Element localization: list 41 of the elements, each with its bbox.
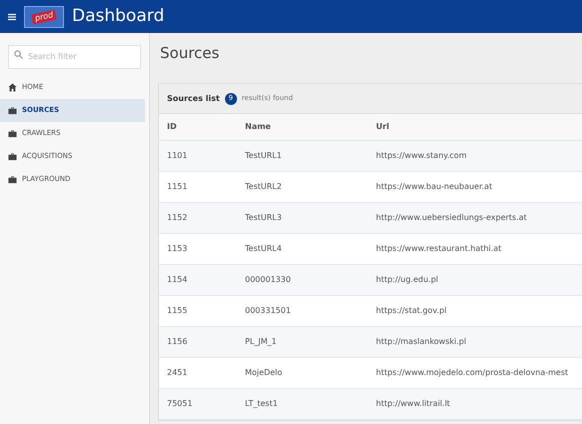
briefcase-icon	[8, 129, 17, 138]
table-cell-text: PL_JM_1	[245, 336, 278, 348]
briefcase-icon	[8, 152, 17, 161]
table-cell-text: https://www.stany.com	[376, 150, 468, 162]
table-cell-text: https://www.bau-neubauer.at	[376, 181, 494, 193]
table-cell-text: 000331501	[245, 305, 292, 317]
table-cell-text: 75051	[166, 398, 194, 410]
search-field[interactable]: Search filter	[8, 44, 141, 68]
menu-icon[interactable]	[8, 12, 16, 20]
column-header[interactable]: Url	[376, 121, 582, 133]
table-cell-text: http://www.litrail.lt	[376, 398, 452, 410]
table-cell-text: https://stat.gov.pl	[376, 305, 448, 317]
column-header[interactable]: Name	[245, 121, 376, 133]
table-cell-text: 1152	[166, 212, 188, 224]
app-title: Dashboard	[72, 4, 164, 28]
table-cell-text: TestURL2	[245, 181, 283, 193]
table-cell-text: TestURL1	[245, 150, 283, 162]
table-cell-text: 000001330	[245, 274, 292, 286]
table-cell-text: 2451	[166, 367, 188, 379]
home-icon	[8, 83, 17, 92]
table-cell-text: LT_test1	[245, 398, 279, 410]
table-cell-text: 1154	[166, 274, 188, 286]
table-cell-text: https://www.restaurant.hathi.at	[376, 243, 502, 255]
column-header[interactable]: ID	[159, 121, 245, 133]
table-cell-text: 1155	[166, 305, 188, 317]
table-cell-text: http://maslankowski.pl	[376, 336, 468, 348]
table-cell-text: 1151	[166, 181, 188, 193]
logo-badge: prod	[24, 6, 64, 28]
table-cell-text: TestURL4	[245, 243, 283, 255]
table-cell-text: 1101	[166, 150, 188, 162]
briefcase-icon	[8, 106, 17, 115]
table-cell-text: https://www.mojedelo.com/prosta-delovna-mest	[376, 367, 570, 379]
table-cell-text: 1156	[166, 336, 188, 348]
table-cell-text: MojeDelo	[245, 367, 284, 379]
card-title: Sources list	[167, 92, 220, 104]
page-title: Sources	[160, 43, 220, 64]
table-cell-text: http://www.uebersiedlungs-experts.at	[376, 212, 528, 224]
table-cell-text: TestURL3	[245, 212, 283, 224]
table-cell-text: 1153	[166, 243, 188, 255]
table-cell-text: http://ug.edu.pl	[376, 274, 440, 286]
briefcase-icon	[8, 175, 17, 184]
